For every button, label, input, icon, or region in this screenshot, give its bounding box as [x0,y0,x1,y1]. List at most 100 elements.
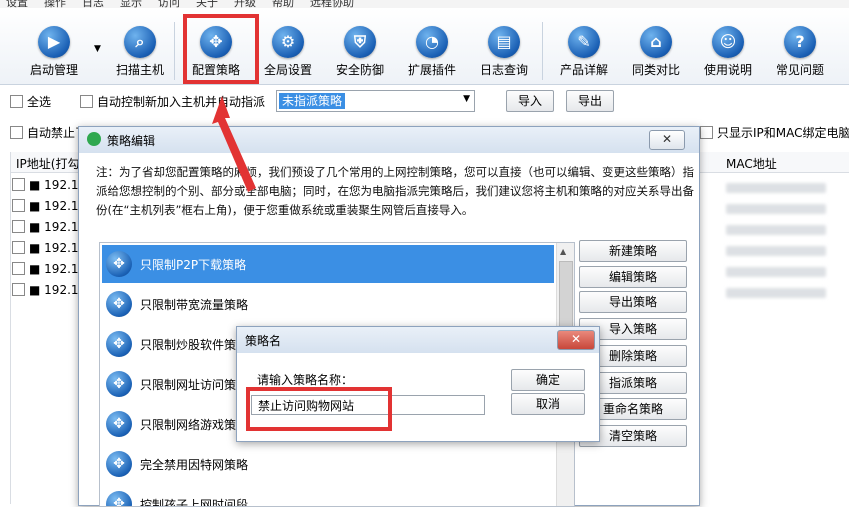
menu-view[interactable]: 显示 [120,0,142,8]
plugin-icon: ◔ [416,26,448,58]
global-settings-button[interactable]: ⚙ 全局设置 [252,26,324,78]
log-query-button[interactable]: ▤ 日志查询 [468,26,540,78]
new-policy-button[interactable]: 新建策略 [579,240,687,262]
policy-icon: ✥ [106,291,132,317]
policy-icon: ✥ [106,411,132,437]
table-row[interactable]: ■ 192.1 [12,199,79,219]
scan-host-label: 扫描主机 [115,63,164,77]
gear-icon: ⚙ [272,26,304,58]
product-details-button[interactable]: ✎ 产品详解 [548,26,620,78]
computer-icon: ■ [29,220,41,234]
policy-select[interactable]: 未指派策略 ▼ [276,90,475,112]
table-row[interactable]: ■ 192.1 [12,262,79,282]
export-policy-button[interactable]: 导出策略 [579,291,687,313]
table-row[interactable]: ■ 192.1 [12,178,79,198]
cancel-button[interactable]: 取消 [511,393,585,415]
list-item[interactable]: ✥ 只限制P2P下载策略 [102,245,554,283]
menu-operate[interactable]: 操作 [44,0,66,8]
computer-icon: ■ [29,283,41,297]
manual-icon: ☺ [712,26,744,58]
table-row[interactable]: ■ 192.1 [12,241,79,261]
compare-icon: ⌂ [640,26,672,58]
scan-icon: ⌕ [124,26,156,58]
policy-dialog-titlebar[interactable]: 策略编辑 ✕ [79,127,699,153]
import-button[interactable]: 导入 [506,90,554,112]
highlight-policy-name [246,387,392,431]
computer-icon: ■ [29,241,41,255]
only-bound-checkbox[interactable]: 只显示IP和MAC绑定电脑 [700,124,849,141]
mac-value [726,183,826,193]
policy-edit-dialog: 策略编辑 ✕ 注：为了省却您配置策略的麻烦，我们预设了几个常用的上网控制策略，您… [78,126,700,507]
menu-upgrade[interactable]: 升级 [234,0,256,8]
plugins-label: 扩展插件 [407,63,456,77]
product-details-label: 产品详解 [559,63,608,77]
security-defense-button[interactable]: ⛨ 安全防御 [324,26,396,78]
compare-button[interactable]: ⌂ 同类对比 [620,26,692,78]
list-item[interactable]: ✥ 只限制带宽流量策略 [102,285,554,323]
computer-icon: ■ [29,178,41,192]
app-icon [87,132,101,146]
policy-dialog-title: 策略编辑 [107,134,156,148]
start-manage-label: 启动管理 [29,63,78,77]
menu-help[interactable]: 帮助 [272,0,294,8]
name-dialog-title: 策略名 [245,334,282,348]
mac-value [726,204,826,214]
policy-note: 注：为了省却您配置策略的麻烦，我们预设了几个常用的上网控制策略，您可以直接（也可… [96,165,694,217]
policy-icon: ✥ [106,331,132,357]
policy-icon: ✥ [106,251,132,277]
computer-icon: ■ [29,262,41,276]
menu-bar: 设置 操作 日志 显示 访问 关于 升级 帮助 远程协助 [0,0,849,8]
policy-icon: ✥ [106,451,132,477]
export-button[interactable]: 导出 [566,90,614,112]
computer-icon: ■ [29,199,41,213]
help-icon: ? [784,26,816,58]
play-icon: ▶ [38,26,70,58]
chevron-down-icon: ▼ [463,94,470,104]
close-icon[interactable]: ✕ [557,330,595,350]
toolbar-divider [174,22,175,80]
product-icon: ✎ [568,26,600,58]
manual-label: 使用说明 [703,63,752,77]
faq-button[interactable]: ? 常见问题 [764,26,836,78]
security-defense-label: 安全防御 [335,63,384,77]
col-ip[interactable]: IP地址(打勾 [16,155,79,172]
policy-icon: ✥ [106,491,132,506]
menu-about[interactable]: 关于 [196,0,218,8]
auto-block-checkbox[interactable]: 自动禁止了 [10,124,87,141]
policy-icon: ✥ [106,371,132,397]
plugins-button[interactable]: ◔ 扩展插件 [396,26,468,78]
log-query-label: 日志查询 [479,63,528,77]
scroll-up-icon[interactable]: ▲ [560,247,566,256]
shield-icon: ⛨ [344,26,376,58]
table-row[interactable]: ■ 192.1 [12,220,79,240]
mac-value [726,246,826,256]
faq-label: 常见问题 [775,63,824,77]
close-icon[interactable]: ✕ [649,130,685,150]
toolbar: ▶ 启动管理 ▼ ⌕ 扫描主机 ✥ 配置策略 ⚙ 全局设置 ⛨ 安全防御 ◔ 扩… [0,8,849,85]
menu-log[interactable]: 日志 [82,0,104,8]
toolbar-divider [542,22,543,80]
compare-label: 同类对比 [631,63,680,77]
name-dialog-titlebar[interactable]: 策略名 ✕ [237,327,599,353]
mac-value [726,225,826,235]
menu-access[interactable]: 访问 [158,0,180,8]
list-item[interactable]: ✥ 完全禁用因特网策略 [102,445,554,483]
mac-value [726,267,826,277]
log-icon: ▤ [488,26,520,58]
menu-remote[interactable]: 远程协助 [310,0,354,8]
chevron-down-icon[interactable]: ▼ [94,44,101,54]
annotation-arrow [212,96,256,192]
manual-button[interactable]: ☺ 使用说明 [692,26,764,78]
highlight-config-policy [183,14,259,84]
edit-policy-button[interactable]: 编辑策略 [579,266,687,288]
menu-settings[interactable]: 设置 [6,0,28,8]
mac-value [726,288,826,298]
select-all-checkbox[interactable]: 全选 [10,93,51,110]
global-settings-label: 全局设置 [263,63,312,77]
col-mac[interactable]: MAC地址 [726,155,777,172]
scan-host-button[interactable]: ⌕ 扫描主机 [104,26,176,78]
table-row[interactable]: ■ 192.1 [12,283,79,303]
policy-name-prompt: 请输入策略名称： [257,373,354,387]
start-manage-button[interactable]: ▶ 启动管理 [18,26,90,78]
ok-button[interactable]: 确定 [511,369,585,391]
